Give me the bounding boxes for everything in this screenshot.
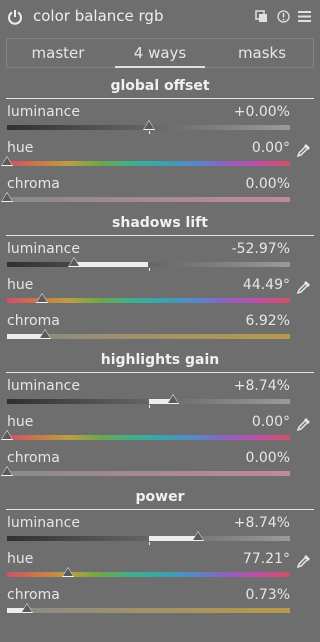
slider-value[interactable]: +8.74% xyxy=(234,515,290,531)
slider-chroma[interactable]: chroma 0.73% xyxy=(0,587,320,623)
slider-luminance[interactable]: luminance -52.97% xyxy=(0,241,320,277)
slider-marker-inner xyxy=(2,467,12,475)
slider-value[interactable]: 0.73% xyxy=(246,587,290,603)
slider-fill xyxy=(148,536,199,541)
zero-tick xyxy=(148,542,150,545)
slider-fill xyxy=(73,262,149,267)
slider-value[interactable]: -52.97% xyxy=(232,241,290,257)
slider-track[interactable] xyxy=(7,471,290,476)
slider-value[interactable]: +0.00% xyxy=(234,104,290,120)
slider-hue[interactable]: hue 77.21° xyxy=(0,551,320,587)
slider-label: luminance xyxy=(7,104,80,120)
slider-value[interactable]: 0.00° xyxy=(252,414,290,430)
slider-luminance[interactable]: luminance +8.74% xyxy=(0,378,320,414)
zero-tick xyxy=(148,405,150,408)
slider-track[interactable] xyxy=(7,298,290,303)
color-picker-icon[interactable] xyxy=(296,553,312,569)
color-picker-icon[interactable] xyxy=(296,142,312,158)
slider-label: luminance xyxy=(7,515,80,531)
section-divider xyxy=(6,509,314,510)
slider-marker-inner xyxy=(2,157,12,165)
slider-track[interactable] xyxy=(7,608,290,613)
section-title: shadows lift xyxy=(112,215,208,231)
slider-marker-inner xyxy=(40,330,51,338)
slider-label: chroma xyxy=(7,587,60,603)
slider-value[interactable]: 6.92% xyxy=(246,313,290,329)
tab-4-ways[interactable]: 4 ways xyxy=(109,39,211,68)
slider-label: chroma xyxy=(7,176,60,192)
section-divider xyxy=(6,98,314,99)
slider-track[interactable] xyxy=(7,197,290,202)
slider-marker-inner xyxy=(2,193,12,201)
reset-icon[interactable] xyxy=(277,10,290,23)
module-header: color balance rgb xyxy=(0,0,320,34)
multi-instance-icon[interactable] xyxy=(255,10,268,23)
power-icon[interactable] xyxy=(7,9,23,25)
slider-value[interactable]: 44.49° xyxy=(243,277,290,293)
slider-value[interactable]: 0.00° xyxy=(252,140,290,156)
color-picker-icon[interactable] xyxy=(296,279,312,295)
slider-hue[interactable]: hue 0.00° xyxy=(0,140,320,176)
slider-label: hue xyxy=(7,277,34,293)
slider-marker-inner xyxy=(2,431,12,439)
slider-hue[interactable]: hue 44.49° xyxy=(0,277,320,313)
slider-label: hue xyxy=(7,551,34,567)
slider-luminance[interactable]: luminance +0.00% xyxy=(0,104,320,140)
section-divider xyxy=(6,235,314,236)
slider-marker-inner xyxy=(62,568,73,576)
section-title: power xyxy=(135,489,185,505)
slider-label: hue xyxy=(7,414,34,430)
slider-label: chroma xyxy=(7,313,60,329)
slider-track[interactable] xyxy=(7,161,290,166)
slider-marker-inner xyxy=(167,395,178,403)
slider-label: luminance xyxy=(7,241,80,257)
section-title: global offset xyxy=(110,78,210,94)
slider-chroma[interactable]: chroma 0.00% xyxy=(0,176,320,212)
zero-tick xyxy=(148,131,150,134)
zero-tick xyxy=(148,268,150,271)
module-title: color balance rgb xyxy=(33,7,164,25)
slider-marker-inner xyxy=(68,258,79,266)
slider-luminance[interactable]: luminance +8.74% xyxy=(0,515,320,551)
slider-hue[interactable]: hue 0.00° xyxy=(0,414,320,450)
slider-track[interactable] xyxy=(7,435,290,440)
presets-icon[interactable] xyxy=(298,10,311,23)
slider-value[interactable]: 0.00% xyxy=(246,176,290,192)
slider-marker-inner xyxy=(21,604,32,612)
section-divider xyxy=(6,372,314,373)
slider-label: luminance xyxy=(7,378,80,394)
slider-track[interactable] xyxy=(7,262,290,267)
slider-track[interactable] xyxy=(7,572,290,577)
section-title: highlights gain xyxy=(100,352,220,368)
slider-marker-inner xyxy=(143,121,154,129)
tab-masks[interactable]: masks xyxy=(211,39,313,67)
tab-master[interactable]: master xyxy=(7,39,109,67)
slider-label: hue xyxy=(7,140,34,156)
slider-marker-inner xyxy=(193,532,204,540)
slider-chroma[interactable]: chroma 6.92% xyxy=(0,313,320,349)
slider-value[interactable]: 0.00% xyxy=(246,450,290,466)
slider-chroma[interactable]: chroma 0.00% xyxy=(0,450,320,486)
slider-label: chroma xyxy=(7,450,60,466)
slider-marker-inner xyxy=(37,294,48,302)
tab-bar: master 4 ways masks xyxy=(6,38,314,68)
slider-value[interactable]: 77.21° xyxy=(243,551,290,567)
color-picker-icon[interactable] xyxy=(296,416,312,432)
slider-value[interactable]: +8.74% xyxy=(234,378,290,394)
